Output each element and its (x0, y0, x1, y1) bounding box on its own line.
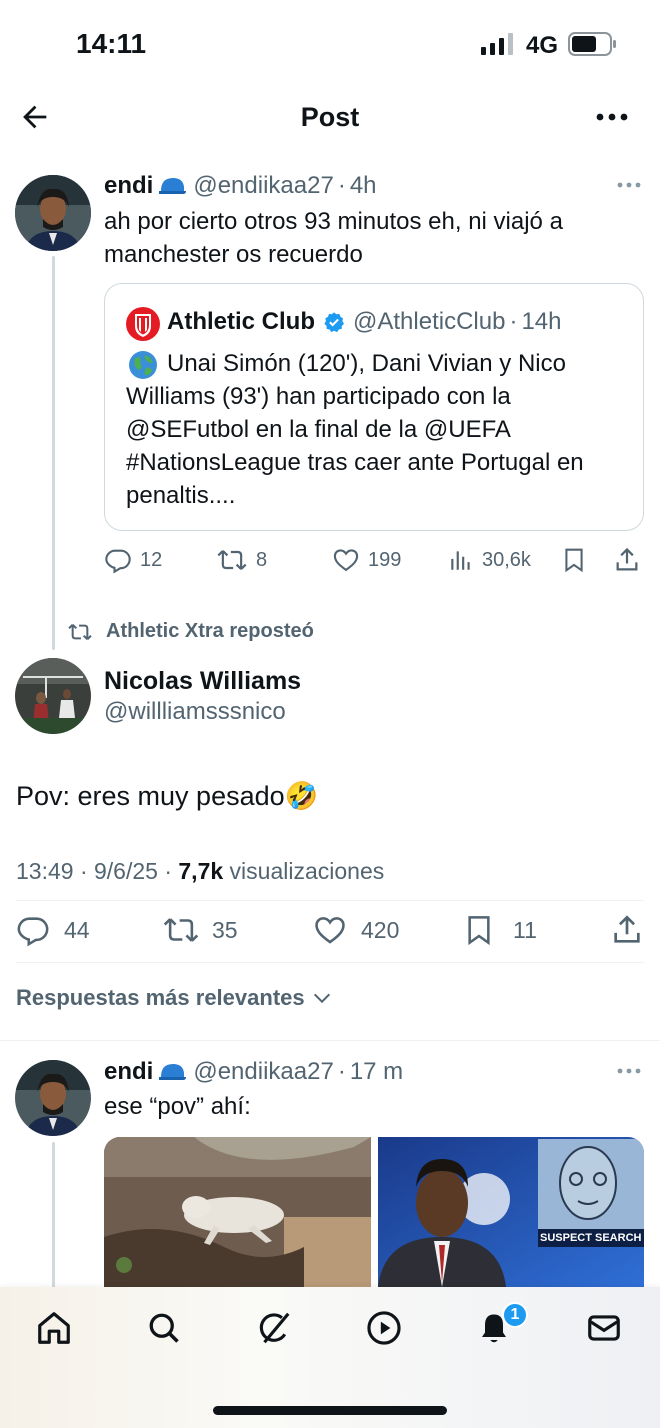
repost-icon (162, 913, 200, 947)
reply-count: 12 (140, 548, 163, 571)
post-timestamp[interactable]: 13:49 · 9/6/25 · (16, 858, 178, 884)
avatar-nicolas-williams[interactable] (15, 658, 91, 734)
repost-label-row: Athletic Xtra reposteó (66, 620, 314, 643)
reply-icon (104, 546, 132, 574)
reply-text: ese “pov” ahí: (104, 1093, 251, 1120)
avatar-endi[interactable] (15, 175, 91, 251)
network-label: 4G (526, 32, 559, 59)
divider (16, 900, 644, 901)
media-caption: SUSPECT SEARCH (540, 1232, 642, 1244)
quoted-handle[interactable]: @AthleticClub (353, 308, 505, 336)
tweet-header: endi @endiikaa27 · 4h (104, 172, 377, 200)
author-name[interactable]: endi (104, 172, 153, 200)
signal-icon (480, 33, 516, 55)
main-repost-stat[interactable]: 35 (162, 913, 238, 947)
grok-icon[interactable] (252, 1306, 296, 1350)
repost-count: 8 (256, 548, 268, 571)
main-like-stat[interactable]: 420 (313, 913, 399, 947)
share-icon[interactable] (613, 545, 641, 575)
bookmark-icon (463, 913, 495, 947)
cap-emoji-icon (157, 1061, 187, 1083)
heart-icon (313, 913, 347, 947)
status-bar: 14:11 4G (0, 0, 660, 88)
video-play-icon[interactable] (362, 1306, 406, 1350)
like-stat[interactable]: 199 (332, 546, 401, 574)
reply-media-image-1[interactable] (104, 1137, 371, 1287)
quoted-time[interactable]: 14h (521, 308, 561, 336)
separator-dot: · (337, 172, 346, 199)
quoted-author-name[interactable]: Athletic Club (167, 308, 315, 336)
repost-stat[interactable]: 8 (216, 546, 267, 574)
separator-dot: · (509, 308, 518, 335)
avatar-endi-reply[interactable] (15, 1060, 91, 1136)
battery-icon (568, 32, 618, 56)
separator-dot: · (337, 1058, 346, 1085)
repost-small-icon (66, 621, 94, 643)
reply-more-icon[interactable] (616, 1064, 642, 1078)
bookmark-icon[interactable] (561, 546, 587, 574)
main-author-handle[interactable]: @willliamsssnico (104, 698, 286, 726)
tweet-text: ah por cierto otros 93 minutos eh, ni vi… (104, 208, 563, 268)
main-repost-count: 35 (212, 916, 238, 943)
quoted-header: Athletic Club @AthleticClub · 14h (167, 308, 561, 336)
views-stat[interactable]: 30,6k (448, 546, 531, 574)
main-author-name[interactable]: Nicolas Williams (104, 667, 301, 696)
status-time: 14:11 (76, 28, 147, 59)
divider (16, 962, 644, 963)
reply-author-name[interactable]: endi (104, 1058, 153, 1086)
thread-line (52, 256, 55, 650)
main-post-text: Pov: eres muy pesado🤣 (16, 781, 319, 811)
repost-label[interactable]: Athletic Xtra reposteó (106, 620, 314, 643)
search-icon[interactable] (142, 1306, 186, 1350)
athletic-club-logo (125, 306, 161, 342)
post-meta: 13:49 · 9/6/25 · 7,7k visualizaciones (16, 858, 384, 885)
replies-sort-dropdown[interactable]: Respuestas más relevantes (16, 985, 333, 1011)
more-options-icon[interactable] (594, 106, 630, 128)
main-reply-stat[interactable]: 44 (16, 913, 90, 947)
replies-sort-label: Respuestas más relevantes (16, 985, 305, 1010)
reply-media-image-2[interactable]: SUSPECT SEARCH (378, 1137, 644, 1287)
reply-icon (16, 913, 50, 947)
notifications-badge: 1 (502, 1302, 528, 1328)
quoted-tweet-card[interactable]: Athletic Club @AthleticClub · 14h Unai S… (104, 283, 644, 531)
like-count: 199 (368, 548, 402, 571)
verified-badge-icon (323, 311, 345, 333)
home-indicator (213, 1406, 447, 1415)
main-bookmark-stat[interactable]: 11 (463, 913, 537, 947)
cap-emoji-icon (157, 175, 187, 197)
main-bookmark-count: 11 (513, 916, 537, 943)
reply-stat[interactable]: 12 (104, 546, 162, 574)
home-icon[interactable] (32, 1306, 76, 1350)
quoted-text-content: Unai Simón (120'), Dani Vivian y Nico Wi… (126, 350, 584, 509)
messages-mail-icon[interactable] (582, 1306, 626, 1350)
tweet-more-icon[interactable] (616, 178, 642, 192)
post-view-count: 7,7k (178, 858, 224, 884)
reply-time[interactable]: 17 m (350, 1058, 403, 1086)
author-handle[interactable]: @endiikaa27 (193, 172, 333, 200)
heart-icon (332, 546, 360, 574)
divider (0, 1040, 660, 1041)
main-share-icon[interactable] (610, 912, 644, 948)
reply-handle[interactable]: @endiikaa27 (193, 1058, 333, 1086)
main-reply-count: 44 (64, 916, 90, 943)
thread-line (52, 1142, 55, 1292)
page-title: Post (300, 102, 360, 132)
chevron-down-icon (311, 987, 333, 1009)
reply-header: endi @endiikaa27 · 17 m (104, 1058, 403, 1086)
main-like-count: 420 (361, 916, 400, 943)
quoted-text: Unai Simón (120'), Dani Vivian y Nico Wi… (126, 347, 626, 512)
post-views-label: visualizaciones (223, 858, 385, 884)
views-chart-icon (448, 546, 474, 574)
views-count: 30,6k (482, 548, 531, 571)
tweet-time[interactable]: 4h (350, 172, 377, 200)
repost-icon (216, 546, 248, 574)
